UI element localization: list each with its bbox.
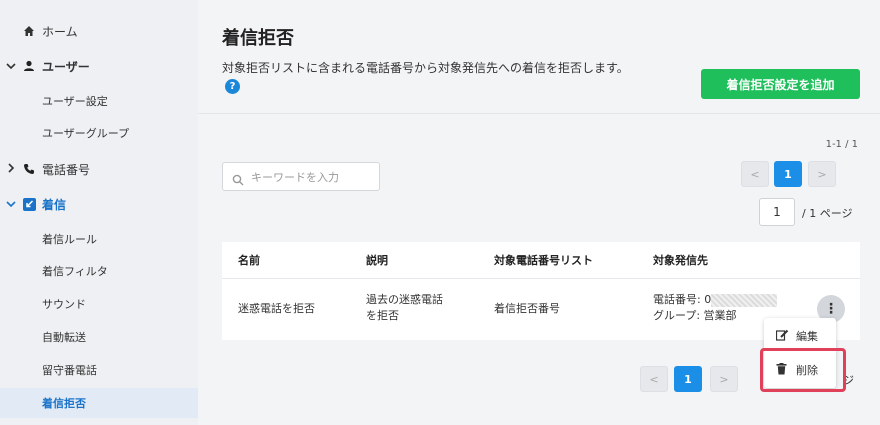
home-icon <box>22 24 36 38</box>
phone-icon <box>22 162 36 176</box>
sidebar-item-users[interactable]: ユーザー <box>0 50 198 82</box>
cell-description-line: 過去の迷惑電話 <box>366 293 443 306</box>
target-group: グループ: 営業部 <box>653 309 737 322</box>
result-count: 1-1 / 1 <box>825 139 858 150</box>
sidebar-item-sound[interactable]: サウンド <box>0 289 198 319</box>
cell-description-line: を拒否 <box>366 309 399 322</box>
sidebar-item-label: 自動転送 <box>42 331 86 344</box>
pagination-prev-button-bottom[interactable]: < <box>640 366 668 392</box>
sidebar-item-label: 着信拒否 <box>42 397 86 410</box>
column-header-description: 説明 <box>366 254 388 267</box>
sidebar-item-label: ユーザー設定 <box>42 95 108 108</box>
column-header-number-list: 対象電話番号リスト <box>494 254 593 267</box>
edit-icon <box>775 329 789 344</box>
sidebar-item-label: 電話番号 <box>42 162 91 177</box>
sidebar-item-label: サウンド <box>42 298 86 311</box>
cell-description: 過去の迷惑電話 を拒否 <box>366 292 443 324</box>
page-number-input[interactable]: 1 <box>759 198 795 226</box>
cell-target: 電話番号: 0 グループ: 営業部 <box>653 292 778 324</box>
sidebar: ホーム ユーザー ユーザー設定 ユーザーグループ 電話番号 着信 着信ルール 着… <box>0 0 198 425</box>
divider <box>222 278 860 279</box>
user-icon <box>22 59 36 73</box>
sidebar-item-incoming-filter[interactable]: 着信フィルタ <box>0 256 198 286</box>
cell-name: 迷惑電話を拒否 <box>238 302 315 315</box>
pagination-page-1-bottom[interactable]: 1 <box>674 366 702 392</box>
chevron-down-icon <box>6 198 16 211</box>
target-phone: 電話番号: 0 <box>653 293 712 306</box>
pagination-page-1[interactable]: 1 <box>774 161 802 187</box>
sidebar-item-user-groups[interactable]: ユーザーグループ <box>0 118 198 148</box>
search-icon <box>232 171 244 190</box>
sidebar-item-label: ユーザー <box>42 59 90 74</box>
chevron-down-icon <box>6 60 16 73</box>
sidebar-item-label: 着信 <box>42 197 67 212</box>
sidebar-item-label: ホーム <box>42 24 78 39</box>
sidebar-item-voicemail[interactable]: 留守番電話 <box>0 355 198 385</box>
pagination-next-button[interactable]: > <box>808 161 836 187</box>
sidebar-item-label: 留守番電話 <box>42 364 97 377</box>
redacted-number <box>711 293 778 307</box>
sidebar-item-label: 着信ルール <box>42 233 97 246</box>
page-header: 着信拒否 対象拒否リストに含まれる電話番号から対象発信先への着信を拒否します。 … <box>198 0 880 114</box>
menu-item-label: 編集 <box>796 330 818 343</box>
page-title: 着信拒否 <box>222 28 294 49</box>
page-total: / 1 ページ <box>802 207 853 220</box>
sidebar-item-home[interactable]: ホーム <box>0 15 198 47</box>
pagination-next-button-bottom[interactable]: > <box>710 366 738 392</box>
sidebar-item-incoming-rules[interactable]: 着信ルール <box>0 224 198 254</box>
incoming-call-icon <box>22 197 36 211</box>
delete-highlight-box <box>760 348 846 392</box>
sidebar-item-incoming[interactable]: 着信 <box>0 188 198 220</box>
column-header-target: 対象発信先 <box>653 254 708 267</box>
sidebar-item-auto-forward[interactable]: 自動転送 <box>0 322 198 352</box>
page-description: 対象拒否リストに含まれる電話番号から対象発信先への着信を拒否します。 <box>222 61 629 75</box>
sidebar-item-label: ユーザーグループ <box>42 127 130 140</box>
cell-number-list: 着信拒否番号 <box>494 302 560 315</box>
pagination-prev-button[interactable]: < <box>741 161 769 187</box>
search-input[interactable]: キーワードを入力 <box>222 162 380 191</box>
sidebar-item-phone-numbers[interactable]: 電話番号 <box>0 153 198 185</box>
help-icon[interactable]: ? <box>225 79 240 94</box>
chevron-right-icon <box>6 162 16 176</box>
sidebar-item-user-settings[interactable]: ユーザー設定 <box>0 86 198 116</box>
add-call-block-button[interactable]: 着信拒否設定を追加 <box>701 69 860 99</box>
column-header-name: 名前 <box>238 254 260 267</box>
sidebar-item-label: 着信フィルタ <box>42 265 108 278</box>
search-placeholder: キーワードを入力 <box>251 170 339 184</box>
sidebar-item-call-block[interactable]: 着信拒否 <box>0 388 198 418</box>
